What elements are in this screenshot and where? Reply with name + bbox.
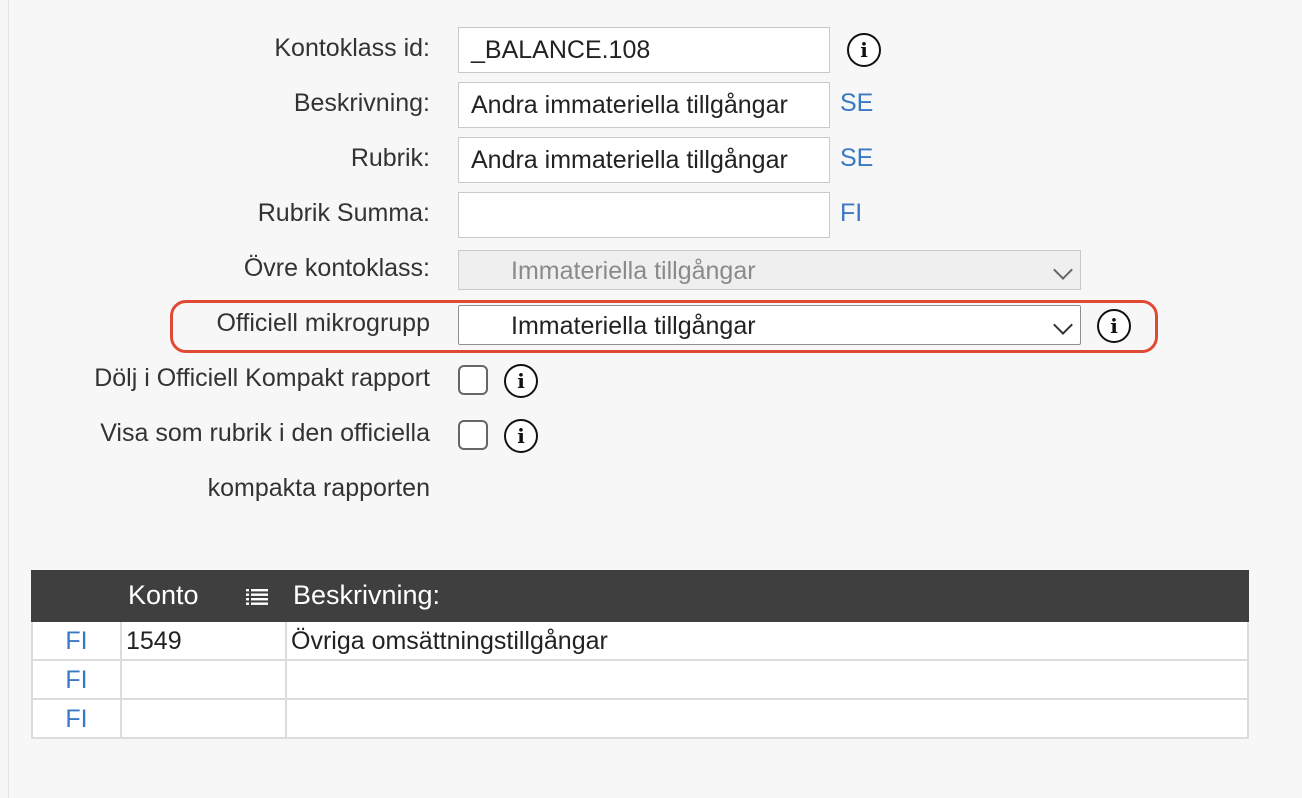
list-sort-icon[interactable] <box>246 588 268 606</box>
rubrik-field[interactable]: Andra immateriella tillgångar <box>458 137 830 183</box>
row-beskrivning <box>287 661 291 698</box>
dolj-kompakt-label: Dölj i Officiell Kompakt rapport <box>94 364 430 392</box>
visa-rubrik-label-line2: kompakta rapporten <box>207 474 430 502</box>
dolj-kompakt-checkbox[interactable] <box>458 365 488 395</box>
rubrik-label: Rubrik: <box>350 144 430 172</box>
ovre-kontoklass-label: Övre kontoklass: <box>243 254 430 282</box>
officiell-mikrogrupp-label: Officiell mikrogrupp <box>216 309 430 337</box>
konto-column-header[interactable]: Konto <box>128 580 199 611</box>
chevron-down-icon <box>1053 315 1073 335</box>
row-konto <box>122 700 287 737</box>
row-lang-link[interactable]: FI <box>33 700 122 737</box>
row-konto <box>122 661 287 698</box>
beskrivning-lang-link[interactable]: SE <box>840 89 873 118</box>
beskrivning-field[interactable]: Andra immateriella tillgångar <box>458 82 830 128</box>
info-icon[interactable]: i <box>1097 309 1131 343</box>
ovre-kontoklass-value: Immateriella tillgångar <box>511 257 756 285</box>
info-icon[interactable]: i <box>847 33 881 67</box>
rubrik-summa-field[interactable] <box>458 192 830 238</box>
kontoklass-id-field[interactable]: _BALANCE.108 <box>458 27 830 73</box>
row-konto: 1549 <box>122 622 287 659</box>
visa-rubrik-label-line1: Visa som rubrik i den officiella <box>100 419 430 447</box>
info-icon[interactable]: i <box>504 364 538 398</box>
table-header: Konto Beskrivning: <box>31 570 1249 622</box>
rubrik-summa-label: Rubrik Summa: <box>257 199 430 227</box>
konto-table: Konto Beskrivning: FI 1549 Övriga omsätt… <box>31 570 1249 739</box>
kontoklass-id-label: Kontoklass id: <box>274 34 430 62</box>
ovre-kontoklass-select: Immateriella tillgångar <box>458 250 1081 290</box>
officiell-mikrogrupp-value: Immateriella tillgångar <box>511 312 756 340</box>
beskrivning-column-header: Beskrivning: <box>293 580 441 610</box>
info-icon[interactable]: i <box>504 419 538 453</box>
officiell-mikrogrupp-select[interactable]: Immateriella tillgångar <box>458 305 1081 345</box>
rubrik-summa-lang-link[interactable]: FI <box>840 199 862 228</box>
row-beskrivning <box>287 700 291 737</box>
row-lang-link[interactable]: FI <box>33 622 122 659</box>
page-left-border <box>8 0 9 798</box>
row-beskrivning: Övriga omsättningstillgångar <box>291 627 608 655</box>
rubrik-lang-link[interactable]: SE <box>840 144 873 173</box>
row-lang-link[interactable]: FI <box>33 661 122 698</box>
table-row[interactable]: FI <box>31 700 1249 739</box>
chevron-down-icon <box>1053 260 1073 280</box>
table-row[interactable]: FI <box>31 661 1249 700</box>
table-row[interactable]: FI 1549 Övriga omsättningstillgångar <box>31 622 1249 661</box>
beskrivning-label: Beskrivning: <box>293 89 430 117</box>
visa-rubrik-checkbox[interactable] <box>458 420 488 450</box>
